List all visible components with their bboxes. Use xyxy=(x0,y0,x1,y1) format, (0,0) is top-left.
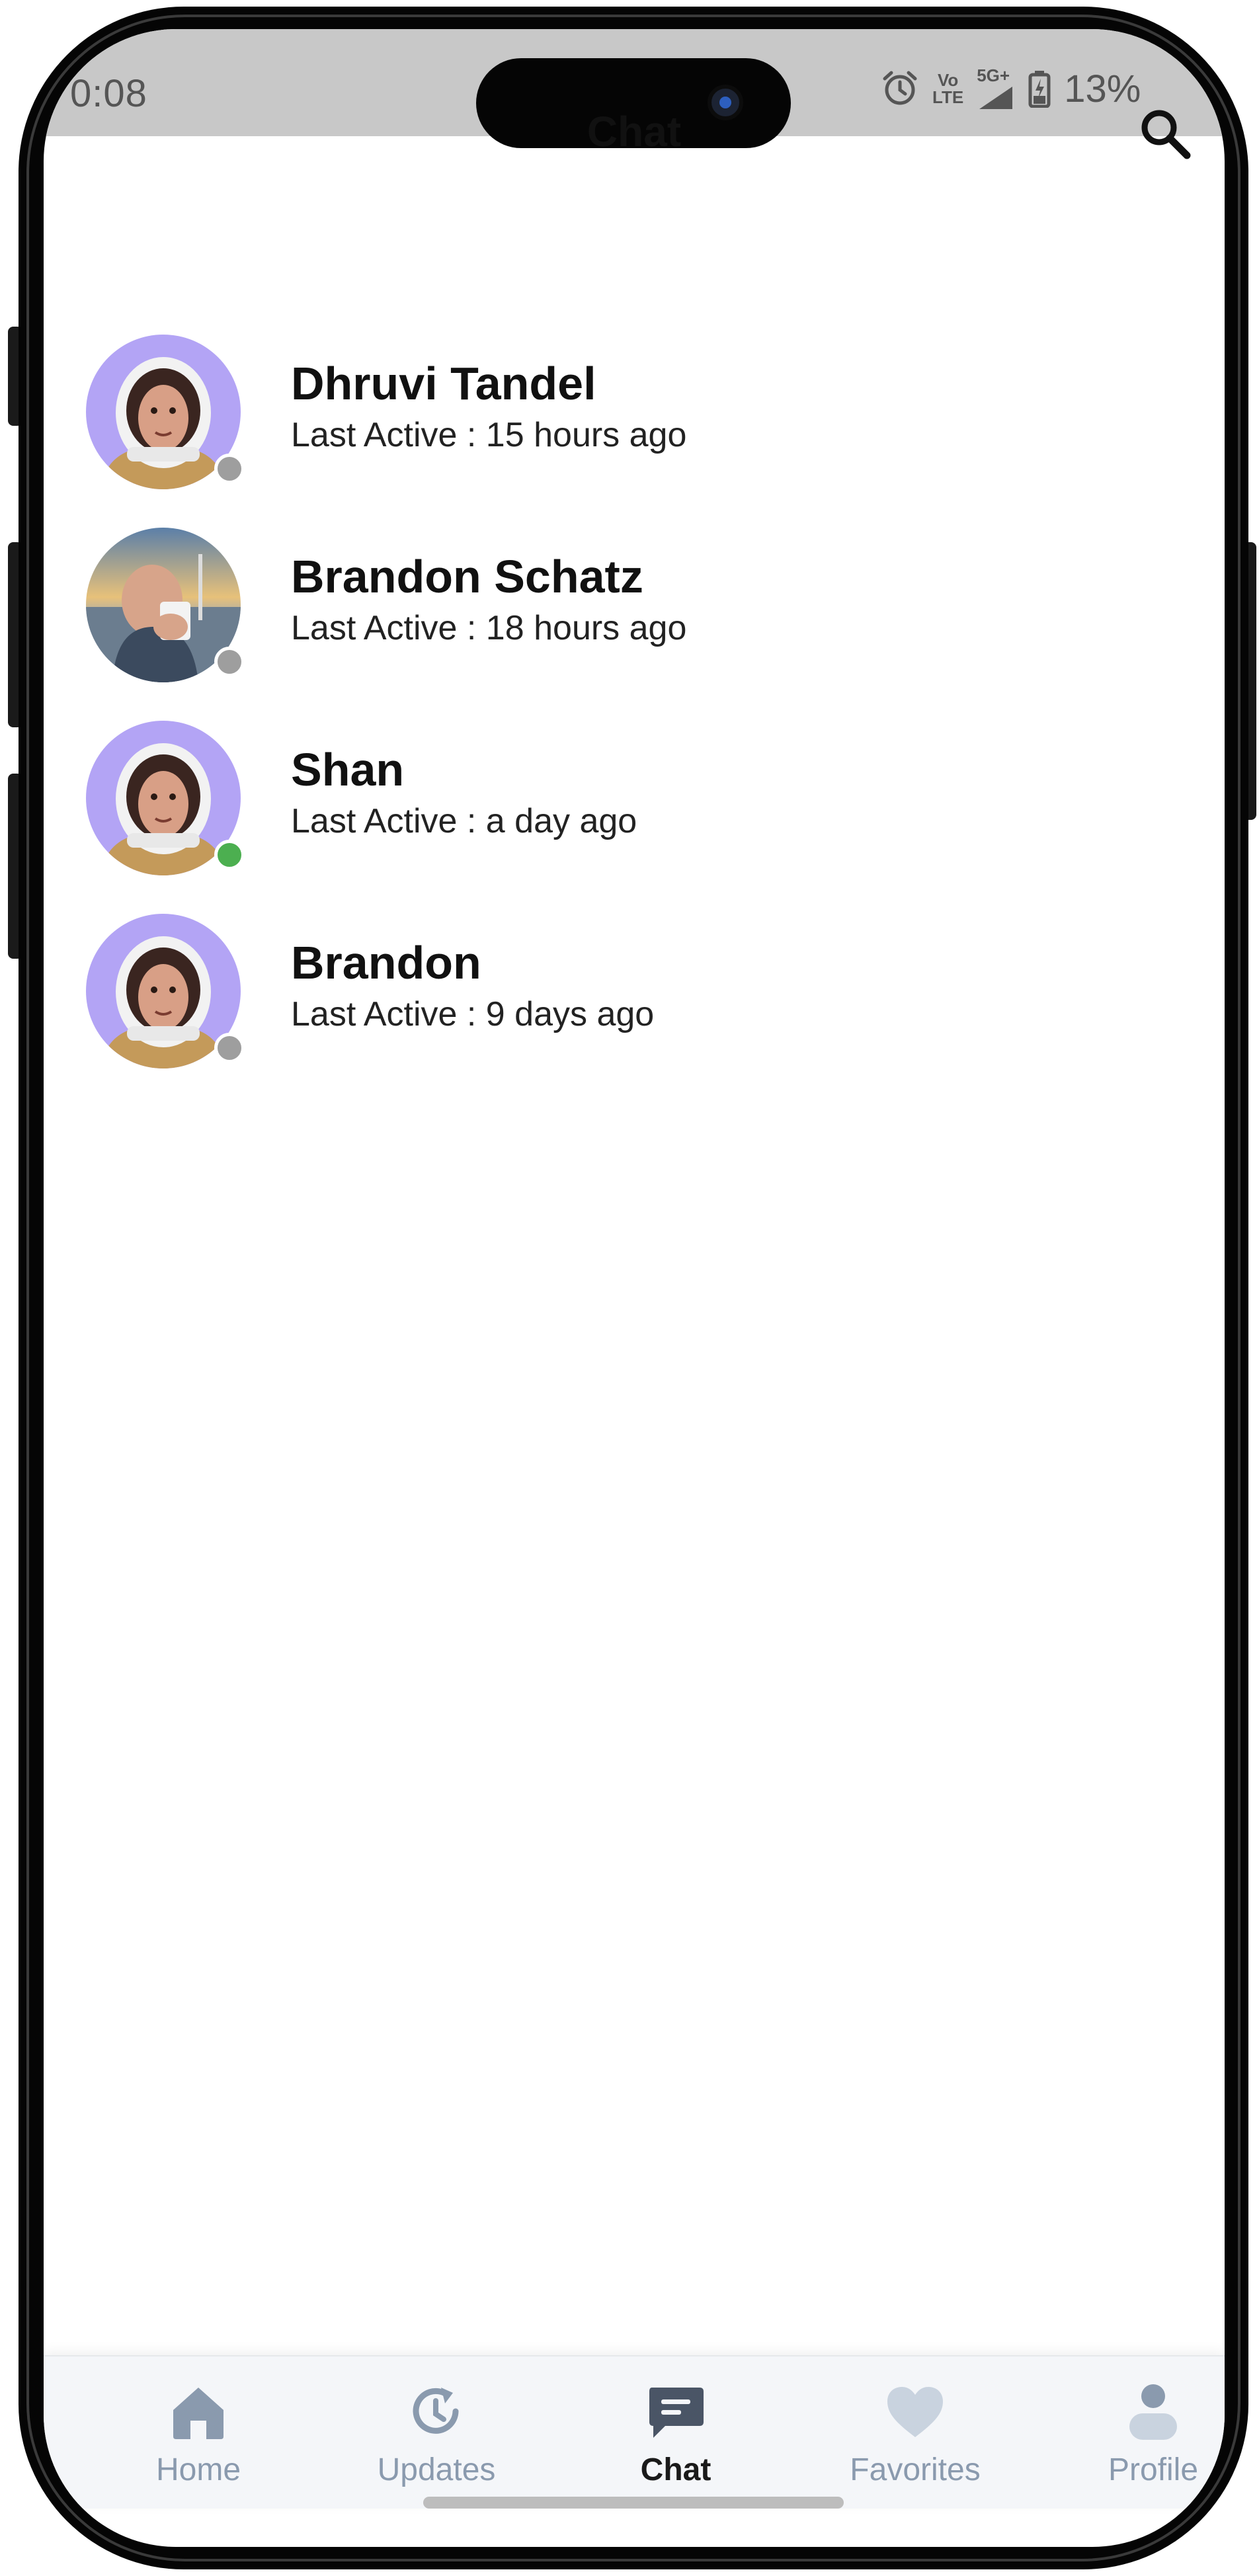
volte-icon: Vo LTE xyxy=(932,71,963,106)
nav-label-home: Home xyxy=(155,2452,241,2487)
phone-screen: 0:08 Vo LTE 5G+ 13% Chat Dhruvi Tandel L… xyxy=(44,29,1225,2547)
home-icon xyxy=(165,2379,231,2445)
chat-item-dhruvi-tandel[interactable]: Dhruvi Tandel Last Active : 15 hours ago xyxy=(44,302,1225,495)
nav-profile[interactable]: Profile xyxy=(1054,2356,1225,2509)
network-5g-label: 5G+ xyxy=(977,65,1010,85)
heart-icon xyxy=(882,2379,948,2445)
contact-name: Brandon Schatz xyxy=(291,551,643,602)
chat-item-shan[interactable]: Shan Last Active : a day ago xyxy=(44,688,1225,881)
status-dot-offline xyxy=(214,647,245,677)
contact-name: Dhruvi Tandel xyxy=(291,358,596,409)
chat-icon xyxy=(643,2379,709,2445)
alarm-icon xyxy=(881,69,919,108)
status-dot-offline xyxy=(214,454,245,484)
status-dot-offline xyxy=(214,1033,245,1063)
last-active: Last Active : 15 hours ago xyxy=(291,416,687,454)
contact-name: Shan xyxy=(291,744,405,795)
volte-label: Vo xyxy=(937,70,959,90)
search-button[interactable] xyxy=(1128,97,1201,169)
chat-item-brandon-schatz[interactable]: Brandon Schatz Last Active : 18 hours ag… xyxy=(44,495,1225,688)
nav-label-updates: Updates xyxy=(377,2452,496,2487)
last-active: Last Active : 9 days ago xyxy=(291,995,655,1033)
home-indicator[interactable] xyxy=(423,2497,844,2509)
profile-icon xyxy=(1120,2379,1186,2445)
nav-label-profile: Profile xyxy=(1108,2452,1199,2487)
last-active: Last Active : a day ago xyxy=(291,802,637,840)
page-title: Chat xyxy=(587,108,682,155)
updates-icon xyxy=(403,2379,469,2445)
chat-list: Dhruvi Tandel Last Active : 15 hours ago xyxy=(44,302,1225,1074)
battery-icon xyxy=(1028,69,1051,108)
bottom-nav: Home Updates Chat Favorites Profile xyxy=(44,2355,1225,2509)
signal-icon: 5G+ xyxy=(977,67,1015,110)
nav-label-chat: Chat xyxy=(640,2452,711,2487)
search-icon xyxy=(1141,110,1191,159)
chat-item-brandon[interactable]: Brandon Last Active : 9 days ago xyxy=(44,881,1225,1074)
nav-chat[interactable]: Chat xyxy=(577,2356,775,2509)
nav-favorites[interactable]: Favorites xyxy=(816,2356,1014,2509)
last-active: Last Active : 18 hours ago xyxy=(291,609,687,647)
nav-updates[interactable]: Updates xyxy=(337,2356,536,2509)
status-icons: Vo LTE 5G+ 13% xyxy=(881,66,1141,111)
status-dot-online xyxy=(214,840,245,870)
contact-name: Brandon xyxy=(291,937,481,988)
nav-home[interactable]: Home xyxy=(99,2356,298,2509)
nav-label-favorites: Favorites xyxy=(850,2452,981,2487)
lte-label: LTE xyxy=(932,87,964,107)
